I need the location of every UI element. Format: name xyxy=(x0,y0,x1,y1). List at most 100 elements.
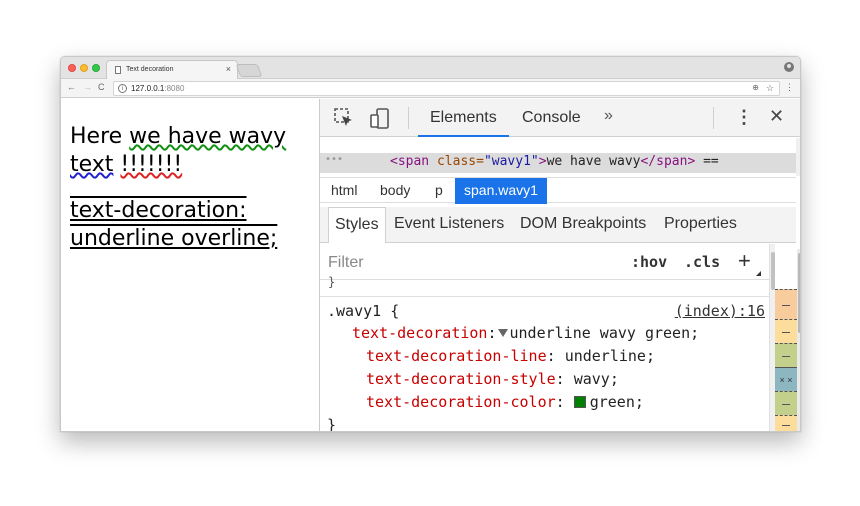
add-rule-icon[interactable]: + xyxy=(738,248,751,274)
reload-icon[interactable]: C xyxy=(98,82,105,92)
property-value: underline; xyxy=(564,347,655,365)
new-tab-button[interactable] xyxy=(235,64,263,77)
browser-window: Text decoration × ← → C i 127.0.0.1:8080… xyxy=(60,56,801,432)
box-model-dash xyxy=(782,403,790,405)
node-text: we have wavy xyxy=(546,154,641,169)
tab-close-icon[interactable]: × xyxy=(226,64,231,74)
property-name: text-decoration-line xyxy=(366,347,547,365)
tab-title: Text decoration xyxy=(126,66,174,73)
url-input[interactable]: i 127.0.0.1:8080 ⊕ ☆ xyxy=(113,81,780,96)
document-icon xyxy=(115,66,121,74)
profile-icon[interactable] xyxy=(784,62,794,72)
filter-input[interactable]: Filter xyxy=(328,254,364,272)
url-port: :8080 xyxy=(164,84,185,93)
box-model-content: × × xyxy=(775,367,797,391)
inspect-element-icon[interactable] xyxy=(334,108,354,128)
class-toggle[interactable]: .cls xyxy=(684,253,720,271)
attr-value: "wavy1" xyxy=(483,154,539,169)
box-model-dash xyxy=(782,424,790,426)
rule-menu-corner-icon[interactable] xyxy=(756,271,761,276)
maximize-window-button[interactable] xyxy=(92,64,100,72)
devtools-close-icon[interactable]: ✕ xyxy=(769,106,784,127)
breadcrumb-html[interactable]: html xyxy=(322,178,366,204)
bookmark-star-icon[interactable]: ☆ xyxy=(766,83,774,94)
devtools-menu-icon[interactable]: ⋮ xyxy=(735,107,753,128)
dom-node-markup: <span class="wavy1">we have wavy</span> … xyxy=(390,154,719,169)
tag-close: </span> xyxy=(640,154,696,169)
device-toolbar-icon[interactable] xyxy=(370,108,390,129)
address-bar: ← → C i 127.0.0.1:8080 ⊕ ☆ ⋮ xyxy=(61,79,800,98)
longhand-declaration[interactable]: text-decoration-color: green; xyxy=(366,393,644,411)
longhand-declaration[interactable]: text-decoration-style: wavy; xyxy=(366,370,619,388)
breadcrumb-p[interactable]: p xyxy=(426,178,452,204)
breadcrumb-span-wavy1[interactable]: span.wavy1 xyxy=(455,178,547,204)
tab-event-listeners[interactable]: Event Listeners xyxy=(388,207,510,243)
styles-filter-row: Filter :hov .cls + xyxy=(320,244,769,280)
forward-icon[interactable]: → xyxy=(83,82,92,92)
paragraph: Here we have wavy text !!!!!!! xyxy=(70,123,310,179)
node-eq: == xyxy=(695,154,719,169)
box-model-margin xyxy=(775,289,797,319)
toolbar-separator xyxy=(713,107,714,129)
sidebar-tabs: Styles Event Listeners DOM Breakpoints P… xyxy=(320,207,796,243)
url-text: 127.0.0.1:8080 xyxy=(131,84,184,93)
browser-menu-icon[interactable]: ⋮ xyxy=(785,82,794,93)
scrollbar-thumb[interactable] xyxy=(771,252,775,290)
underline-overline-text: text-decoration: underline overline; xyxy=(70,198,278,251)
active-tab-indicator xyxy=(418,135,509,137)
expand-triangle-icon[interactable] xyxy=(497,329,508,337)
box-model-border xyxy=(775,319,797,343)
box-model-dash xyxy=(782,355,790,357)
box-model-border-bottom xyxy=(775,415,797,431)
node-actions-icon[interactable]: ••• xyxy=(325,154,343,165)
dom-tree-scrollbar[interactable] xyxy=(796,138,800,176)
property-name: text-decoration-style xyxy=(366,370,556,388)
zoom-icon[interactable]: ⊕ xyxy=(752,83,759,92)
breadcrumb: html body p span.wavy1 xyxy=(320,177,796,204)
scrollbar-thumb[interactable] xyxy=(798,253,800,333)
tab-dom-breakpoints[interactable]: DOM Breakpoints xyxy=(514,207,652,243)
property-name: text-decoration-color xyxy=(366,393,556,411)
info-icon[interactable]: i xyxy=(118,84,127,93)
styles-pane: } .wavy1 { (index):16 text-decoration: un… xyxy=(320,275,769,432)
browser-tab[interactable]: Text decoration × xyxy=(106,60,238,79)
url-host: 127.0.0.1 xyxy=(131,84,165,93)
back-icon[interactable]: ← xyxy=(67,82,76,92)
wavy-green-span: we have wavy xyxy=(129,124,287,149)
previous-rule-brace: } xyxy=(328,275,336,289)
box-model-dash xyxy=(782,304,790,306)
box-model-padding xyxy=(775,343,797,367)
rule-selector[interactable]: .wavy1 { xyxy=(327,302,399,320)
color-swatch-icon[interactable] xyxy=(573,396,586,408)
property-name: text-decoration xyxy=(352,324,488,342)
plain-text: Here xyxy=(70,124,130,149)
hover-state-toggle[interactable]: :hov xyxy=(631,253,667,271)
devtools-panel: Elements Console » ⋮ ✕ " ••• <span class… xyxy=(319,99,800,432)
sidebar-scrollbar[interactable] xyxy=(797,249,800,431)
dom-text-quote: " xyxy=(392,138,400,147)
attr-name: class= xyxy=(429,154,484,169)
property-value: green; xyxy=(589,393,644,411)
property-value: underline wavy green; xyxy=(509,324,700,342)
rule-close-brace: } xyxy=(327,416,337,432)
devtools-toolbar: Elements Console » ⋮ ✕ xyxy=(320,99,800,137)
selected-dom-node[interactable]: ••• <span class="wavy1">we have wavy</sp… xyxy=(320,153,796,173)
tab-console[interactable]: Console xyxy=(522,109,581,127)
minimize-window-button[interactable] xyxy=(80,64,88,72)
page-content: Here we have wavy text !!!!!!! text-decor… xyxy=(61,99,319,431)
breadcrumb-body[interactable]: body xyxy=(371,178,419,204)
toolbar-separator xyxy=(408,107,409,129)
tag-open: <span xyxy=(390,154,430,169)
box-model-padding-bottom xyxy=(775,391,797,415)
box-model-dash xyxy=(782,331,790,333)
tab-styles[interactable]: Styles xyxy=(328,207,386,243)
shorthand-declaration[interactable]: text-decoration: underline wavy green; xyxy=(352,324,699,342)
longhand-declaration[interactable]: text-decoration-line: underline; xyxy=(366,347,655,365)
tab-properties[interactable]: Properties xyxy=(658,207,743,243)
rule-source-link[interactable]: (index):16 xyxy=(675,302,765,320)
close-window-button[interactable] xyxy=(68,64,76,72)
wavy-red-span: !!!!!!! xyxy=(120,152,183,177)
tab-strip: Text decoration × xyxy=(61,57,800,79)
tab-elements[interactable]: Elements xyxy=(430,109,497,127)
more-tabs-icon[interactable]: » xyxy=(604,107,613,125)
